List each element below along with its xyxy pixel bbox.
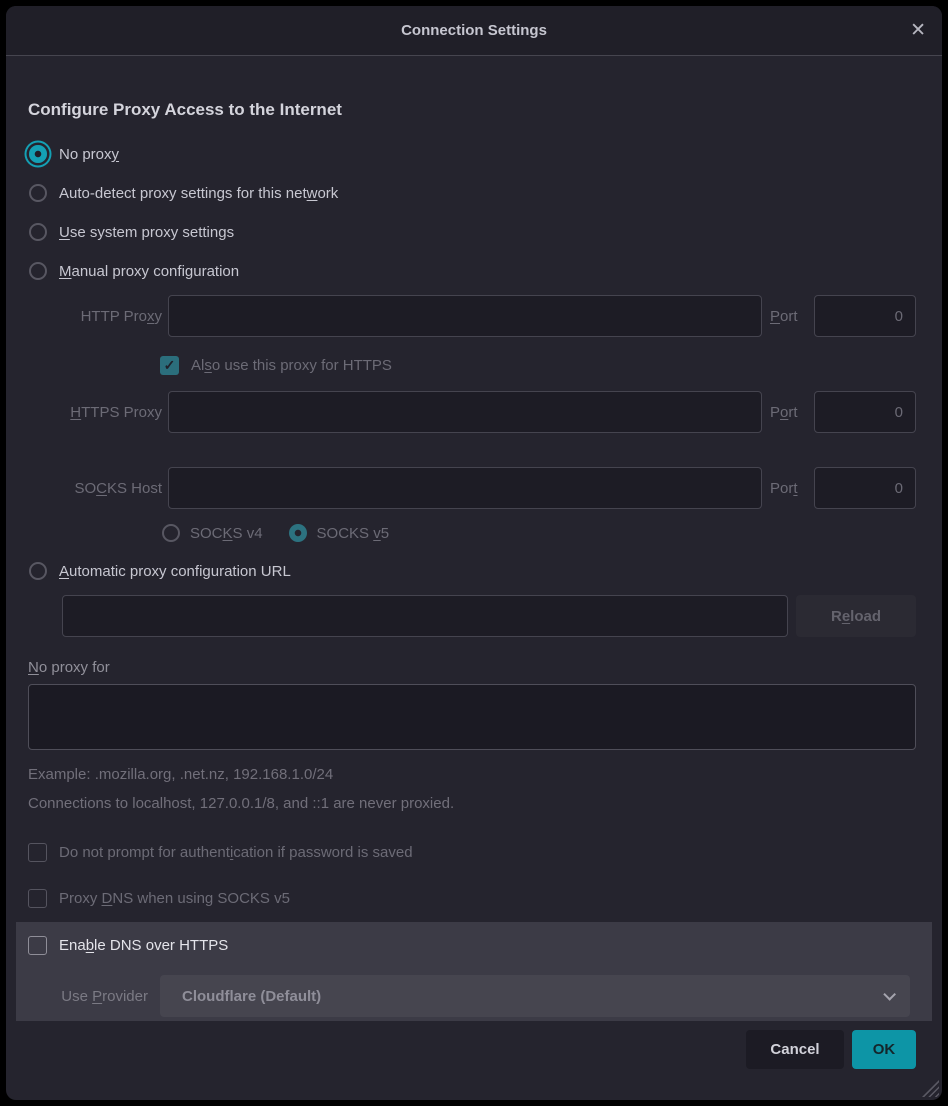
close-icon: ✕ <box>910 19 926 42</box>
radio-icon <box>29 223 47 241</box>
socks-v4-label: SOCKS v4 <box>190 525 263 542</box>
socks-version-row: SOCKS v4 SOCKS v5 <box>162 521 916 545</box>
checkbox-icon <box>28 843 47 862</box>
proxy-dns-checkbox-row: Proxy DNS when using SOCKS v5 <box>28 886 916 910</box>
radio-manual-proxy[interactable]: Manual proxy configuration <box>28 259 916 283</box>
https-proxy-row: HTTPS Proxy Port <box>28 391 916 433</box>
radio-icon <box>162 524 180 542</box>
radio-label: Manual proxy configuration <box>59 263 239 280</box>
checkbox-icon <box>28 889 47 908</box>
checkbox-label: Enable DNS over HTTPS <box>59 937 228 954</box>
https-proxy-label: HTTPS Proxy <box>28 404 168 421</box>
provider-selected-value: Cloudflare (Default) <box>182 988 321 1005</box>
http-proxy-row: HTTP Proxy Port <box>28 295 916 337</box>
title-bar: Connection Settings ✕ <box>6 6 942 56</box>
chevron-down-icon <box>883 988 896 1001</box>
also-use-https-checkbox-row: ✓ Also use this proxy for HTTPS <box>160 353 916 377</box>
radio-icon <box>29 184 47 202</box>
auto-config-url-input <box>62 595 788 637</box>
radio-socks-v5: SOCKS v5 <box>289 524 390 542</box>
radio-label: No proxy <box>59 146 119 163</box>
no-proxy-for-textarea <box>28 684 916 750</box>
radio-auto-config-url[interactable]: Automatic proxy configuration URL <box>28 559 916 583</box>
radio-label: Auto-detect proxy settings for this netw… <box>59 185 338 202</box>
use-provider-label: Use Provider <box>28 988 160 1005</box>
no-proxy-example-text: Example: .mozilla.org, .net.nz, 192.168.… <box>28 766 916 783</box>
radio-selected-icon <box>29 145 47 163</box>
radio-use-system[interactable]: Use system proxy settings <box>28 220 916 244</box>
radio-label: Use system proxy settings <box>59 224 234 241</box>
socks-host-label: SOCKS Host <box>28 480 168 497</box>
radio-selected-muted-icon <box>289 524 307 542</box>
socks-port-input <box>814 467 916 509</box>
provider-select: Cloudflare (Default) <box>160 975 910 1017</box>
socks-host-row: SOCKS Host Port <box>28 467 916 509</box>
dns-over-https-section: Enable DNS over HTTPS Use Provider Cloud… <box>16 922 932 1021</box>
http-port-label: Port <box>770 308 808 325</box>
connection-settings-dialog: Connection Settings ✕ Configure Proxy Ac… <box>6 6 942 1100</box>
auto-config-url-row: Reload <box>62 595 916 637</box>
http-port-input <box>814 295 916 337</box>
radio-label: Automatic proxy configuration URL <box>59 563 291 580</box>
checkbox-label: Also use this proxy for HTTPS <box>191 357 392 374</box>
checkbox-checked-icon: ✓ <box>160 356 179 375</box>
checkbox-label: Do not prompt for authentication if pass… <box>59 844 413 861</box>
dialog-footer: Cancel OK <box>28 1030 916 1069</box>
resize-grip[interactable] <box>922 1080 939 1097</box>
dialog-content: Configure Proxy Access to the Internet N… <box>6 100 942 1069</box>
radio-icon <box>29 562 47 580</box>
section-heading: Configure Proxy Access to the Internet <box>28 100 916 120</box>
dialog-title: Connection Settings <box>401 22 547 39</box>
socks-v5-label: SOCKS v5 <box>317 525 390 542</box>
reload-button: Reload <box>796 595 916 637</box>
http-proxy-label: HTTP Proxy <box>28 308 168 325</box>
radio-auto-detect[interactable]: Auto-detect proxy settings for this netw… <box>28 181 916 205</box>
cancel-button[interactable]: Cancel <box>746 1030 844 1069</box>
https-port-label: Port <box>770 404 808 421</box>
close-button[interactable]: ✕ <box>910 6 926 55</box>
radio-no-proxy[interactable]: No proxy <box>28 142 916 166</box>
radio-icon <box>29 262 47 280</box>
socks-host-input <box>168 467 762 509</box>
socks-port-label: Port <box>770 480 808 497</box>
ok-button[interactable]: OK <box>852 1030 916 1069</box>
enable-doh-checkbox-row[interactable]: Enable DNS over HTTPS <box>28 932 910 958</box>
http-proxy-input <box>168 295 762 337</box>
no-auth-prompt-checkbox-row: Do not prompt for authentication if pass… <box>28 840 916 864</box>
https-proxy-input <box>168 391 762 433</box>
no-proxy-for-label: No proxy for <box>28 659 916 676</box>
localhost-note-text: Connections to localhost, 127.0.0.1/8, a… <box>28 795 916 812</box>
checkbox-label: Proxy DNS when using SOCKS v5 <box>59 890 290 907</box>
provider-row: Use Provider Cloudflare (Default) <box>28 975 910 1017</box>
https-port-input <box>814 391 916 433</box>
checkbox-icon <box>28 936 47 955</box>
